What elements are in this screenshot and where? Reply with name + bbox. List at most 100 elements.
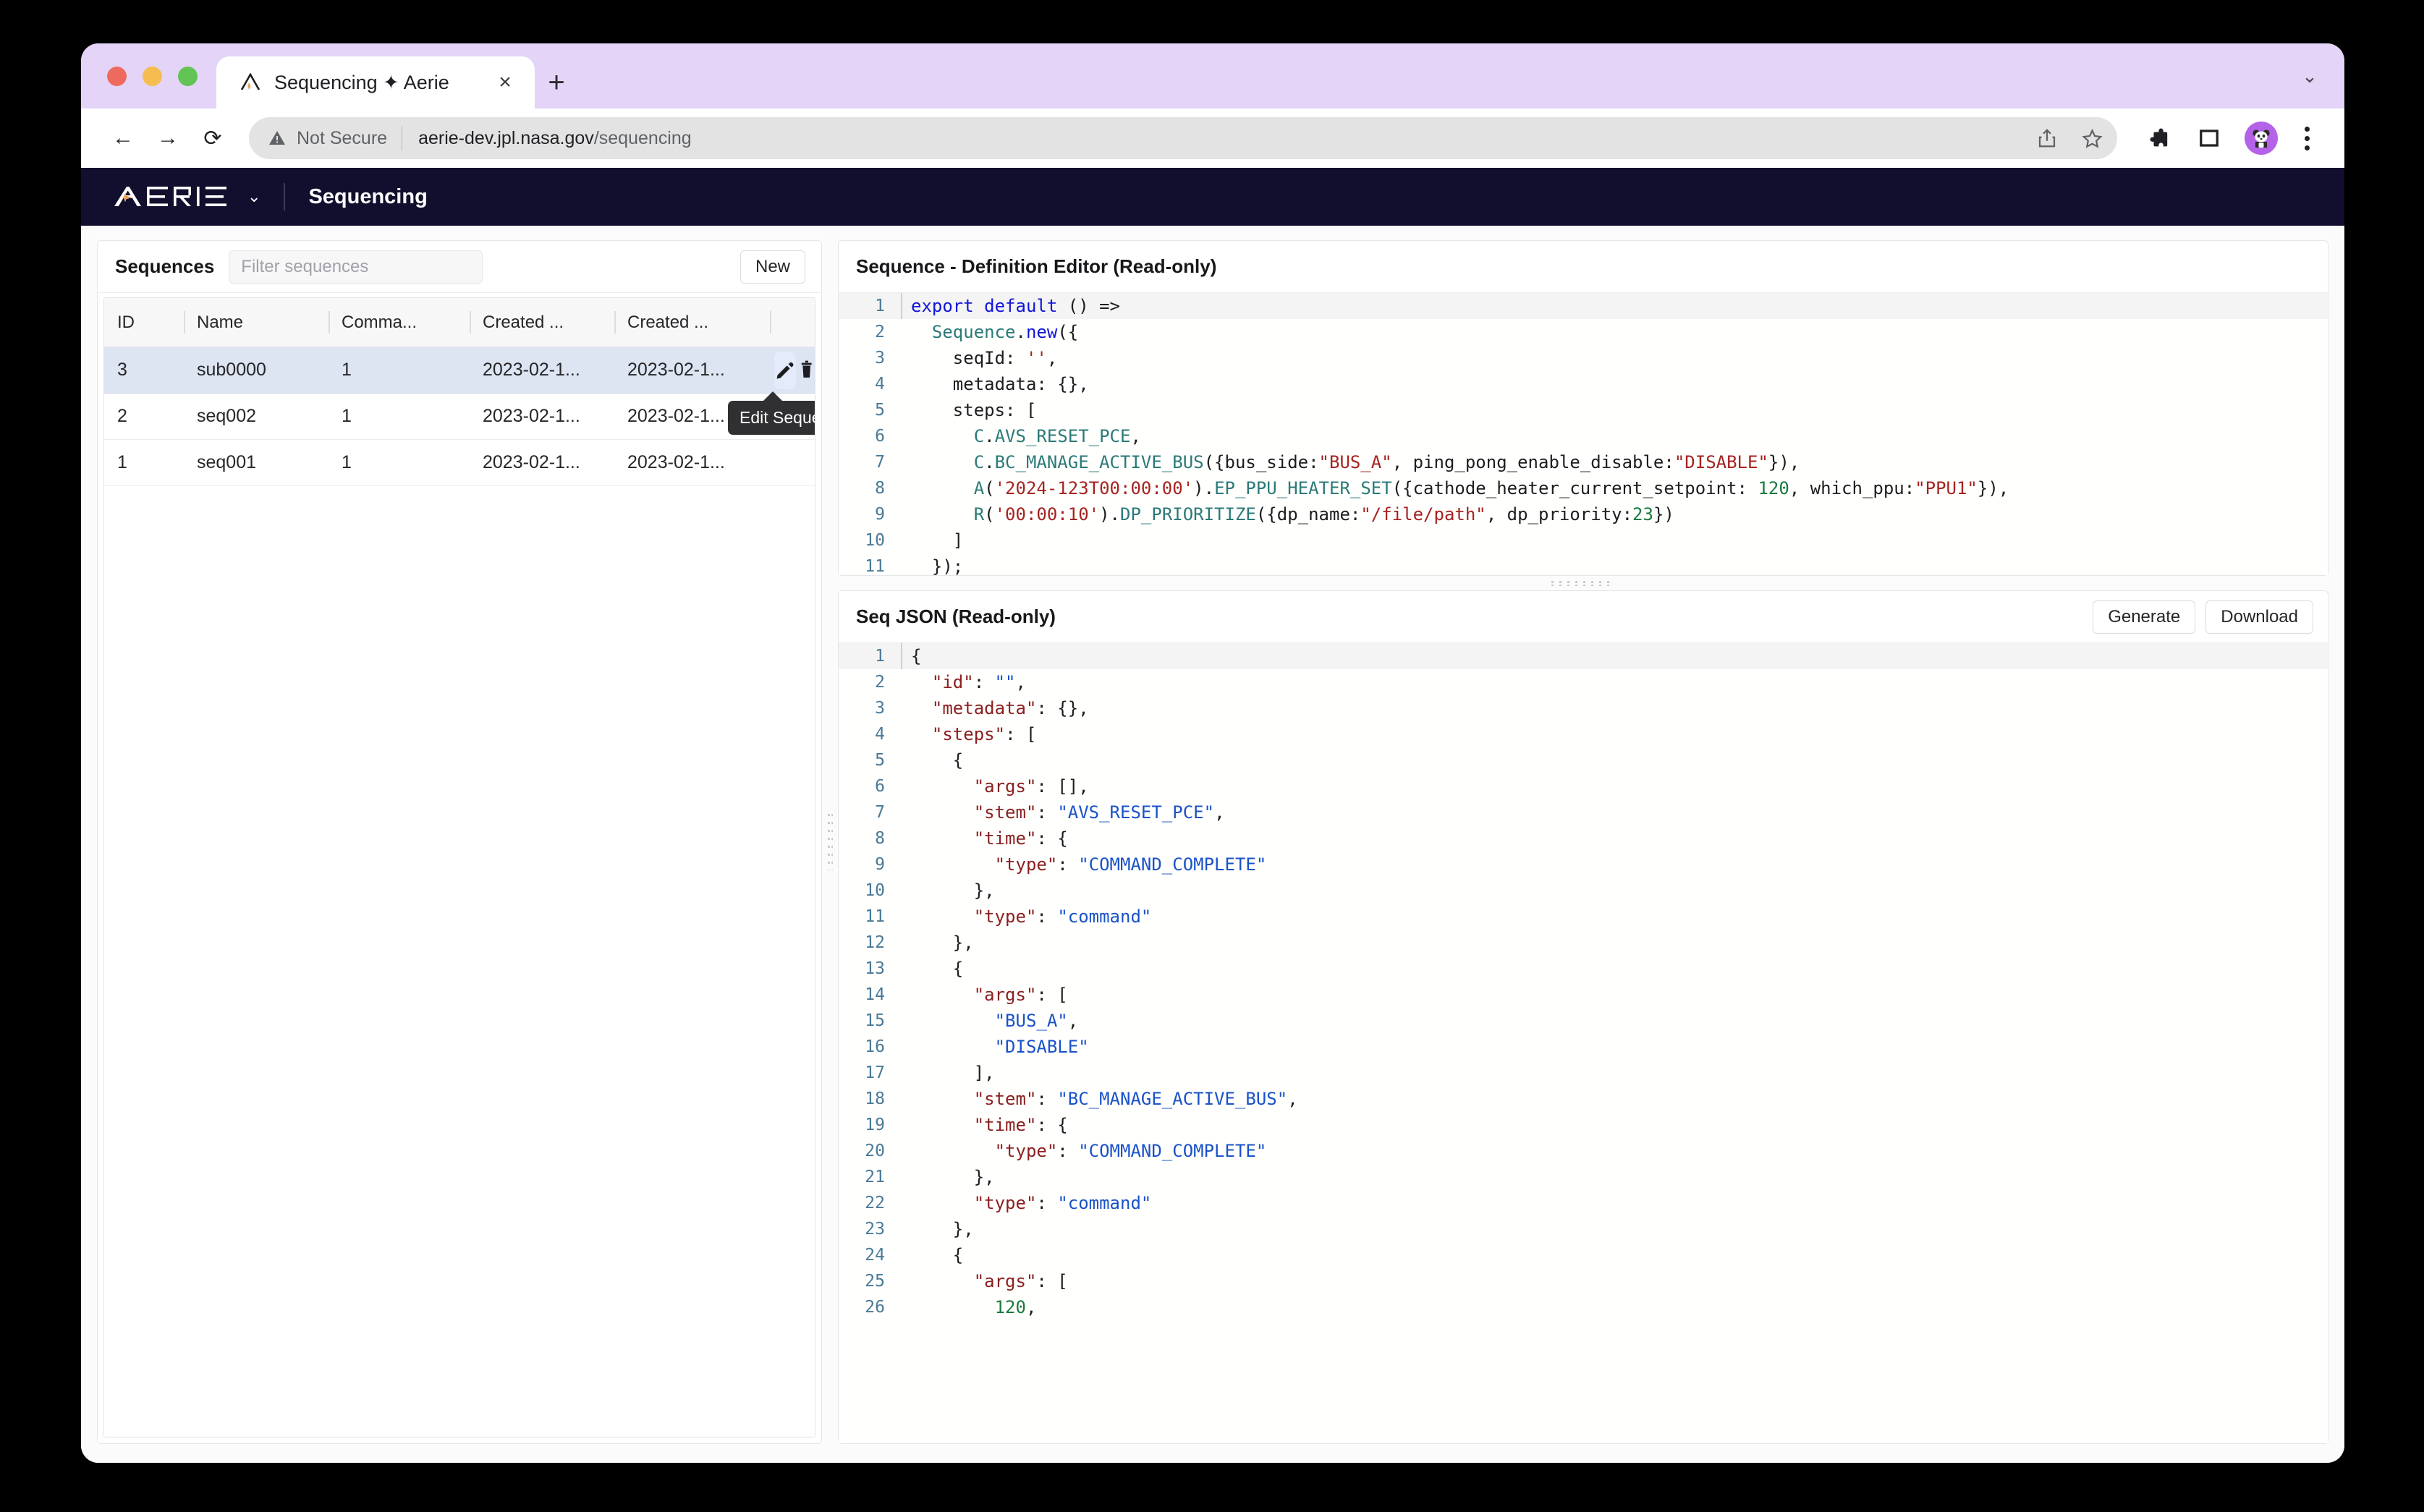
column-header-name[interactable]: Name — [184, 298, 329, 347]
code-text: "metadata": {}, — [901, 695, 1089, 721]
definition-editor-title: Sequence - Definition Editor (Read-only) — [856, 255, 1216, 278]
line-number: 1 — [839, 293, 901, 319]
line-number: 4 — [839, 371, 901, 397]
code-line: 2 Sequence.new({ — [839, 319, 2328, 345]
cell-actions — [770, 347, 815, 393]
line-number: 13 — [839, 956, 901, 982]
code-text: "args": [ — [901, 982, 1068, 1008]
browser-tab-strip: Sequencing ✦ Aerie × + ⌄ — [81, 43, 2344, 109]
cell-name: sub0000 — [184, 347, 329, 393]
line-number: 25 — [839, 1268, 901, 1294]
drag-dots-icon — [1551, 581, 1615, 586]
horizontal-resize-handle[interactable] — [838, 576, 2328, 590]
column-header-created-by[interactable]: Created ... — [614, 298, 770, 347]
code-text: A('2024-123T00:00:00').EP_PPU_HEATER_SET… — [901, 475, 2009, 501]
download-button[interactable]: Download — [2205, 600, 2313, 634]
column-header-commands[interactable]: Comma... — [329, 298, 470, 347]
kebab-menu-icon[interactable] — [2288, 117, 2326, 159]
line-number: 2 — [839, 319, 901, 345]
table-row[interactable]: 2 seq002 1 2023-02-1... 2023-02-1... — [104, 394, 815, 440]
definition-editor-toolbar: Sequence - Definition Editor (Read-only) — [839, 241, 2328, 293]
code-line: 16 "DISABLE" — [839, 1034, 2328, 1060]
code-text: export default () => — [901, 293, 1120, 319]
column-header-label: Created ... — [483, 313, 564, 333]
trash-icon[interactable] — [799, 352, 815, 389]
code-text: "type": "command" — [901, 1190, 1151, 1216]
address-bar[interactable]: Not Secure aerie-dev.jpl.nasa.gov/sequen… — [249, 117, 2117, 159]
code-text: C.BC_MANAGE_ACTIVE_BUS({bus_side:"BUS_A"… — [901, 449, 1800, 475]
edit-sequence-tooltip: Edit Sequence — [728, 401, 815, 435]
profile-avatar[interactable] — [2245, 122, 2278, 155]
new-tab-button[interactable]: + — [535, 56, 578, 109]
omnibox-actions — [2027, 119, 2111, 158]
code-text: steps: [ — [901, 397, 1036, 423]
forward-button[interactable]: → — [148, 118, 188, 158]
close-icon[interactable]: × — [491, 69, 519, 96]
code-text: Sequence.new({ — [901, 319, 1078, 345]
code-text: C.AVS_RESET_PCE, — [901, 423, 1141, 449]
cell-commands: 1 — [329, 440, 470, 485]
reload-button[interactable]: ⟳ — [192, 118, 233, 158]
definition-code-editor[interactable]: 1 export default () => 2 Sequence.new({ … — [839, 293, 2328, 575]
cell-name: seq002 — [184, 394, 329, 439]
seq-json-code-editor[interactable]: 1 { 2 "id": "", 3 "metadata": {}, — [839, 643, 2328, 1443]
table-row[interactable]: 1 seq001 1 2023-02-1... 2023-02-1... — [104, 440, 815, 486]
seq-json-code-lines: 1 { 2 "id": "", 3 "metadata": {}, — [839, 643, 2328, 1443]
definition-code-lines: 1 export default () => 2 Sequence.new({ … — [839, 293, 2328, 575]
cell-created-at: 2023-02-1... — [470, 440, 614, 485]
app-body: Sequences New ID Name Comma... Created .… — [81, 226, 2344, 1463]
line-number: 8 — [839, 825, 901, 851]
line-number: 8 — [839, 475, 901, 501]
code-line: 8 "time": { — [839, 825, 2328, 851]
code-text: "type": "COMMAND_COMPLETE" — [901, 1138, 1266, 1164]
code-line: 8 A('2024-123T00:00:00').EP_PPU_HEATER_S… — [839, 475, 2328, 501]
generate-button[interactable]: Generate — [2093, 600, 2195, 634]
pencil-icon[interactable] — [774, 352, 796, 389]
browser-tab[interactable]: Sequencing ✦ Aerie × — [216, 56, 535, 109]
code-text: "steps": [ — [901, 721, 1036, 747]
sequences-panel-title: Sequences — [115, 255, 214, 278]
line-number: 10 — [839, 527, 901, 553]
extensions-icon[interactable] — [2137, 117, 2179, 159]
new-sequence-button[interactable]: New — [740, 250, 805, 284]
aerie-logo[interactable]: ⌄ — [113, 182, 260, 211]
code-text: seqId: '', — [901, 345, 1057, 371]
code-line: 12 }, — [839, 930, 2328, 956]
table-row[interactable]: 3 sub0000 1 2023-02-1... 2023-02-1... — [104, 347, 815, 394]
back-button[interactable]: ← — [103, 118, 143, 158]
code-text: "time": { — [901, 825, 1068, 851]
cell-name: seq001 — [184, 440, 329, 485]
sequences-table: ID Name Comma... Created ... Created ...… — [103, 297, 815, 1437]
line-number: 6 — [839, 423, 901, 449]
code-text: "args": [], — [901, 773, 1089, 799]
star-icon[interactable] — [2072, 119, 2111, 158]
code-line: 7 C.BC_MANAGE_ACTIVE_BUS({bus_side:"BUS_… — [839, 449, 2328, 475]
code-text: "BUS_A", — [901, 1008, 1078, 1034]
code-text: }, — [901, 930, 974, 956]
code-text: { — [901, 1242, 963, 1268]
column-header-created-at[interactable]: Created ... — [470, 298, 614, 347]
tab-title: Sequencing ✦ Aerie — [274, 72, 480, 94]
code-text: }); — [901, 553, 963, 575]
code-line: 7 "stem": "AVS_RESET_PCE", — [839, 799, 2328, 825]
share-icon[interactable] — [2027, 119, 2067, 158]
maximize-window-button[interactable] — [178, 67, 198, 86]
code-line: 4 "steps": [ — [839, 721, 2328, 747]
line-number: 15 — [839, 1008, 901, 1034]
filter-sequences-input[interactable] — [229, 250, 482, 284]
close-window-button[interactable] — [107, 67, 127, 86]
seq-json-title: Seq JSON (Read-only) — [856, 606, 1056, 628]
chevron-down-icon[interactable]: ⌄ — [247, 187, 260, 206]
minimize-window-button[interactable] — [143, 67, 162, 86]
chevron-down-icon[interactable]: ⌄ — [2294, 43, 2344, 109]
code-line: 3 "metadata": {}, — [839, 695, 2328, 721]
url-host: aerie-dev.jpl.nasa.gov — [418, 128, 594, 148]
column-header-label: Created ... — [627, 313, 708, 333]
vertical-resize-handle[interactable] — [822, 240, 838, 1444]
side-panel-icon[interactable] — [2188, 117, 2230, 159]
code-line: 22 "type": "command" — [839, 1190, 2328, 1216]
code-text: "args": [ — [901, 1268, 1068, 1294]
security-label: Not Secure — [297, 128, 402, 149]
column-header-id[interactable]: ID — [104, 298, 184, 347]
line-number: 4 — [839, 721, 901, 747]
